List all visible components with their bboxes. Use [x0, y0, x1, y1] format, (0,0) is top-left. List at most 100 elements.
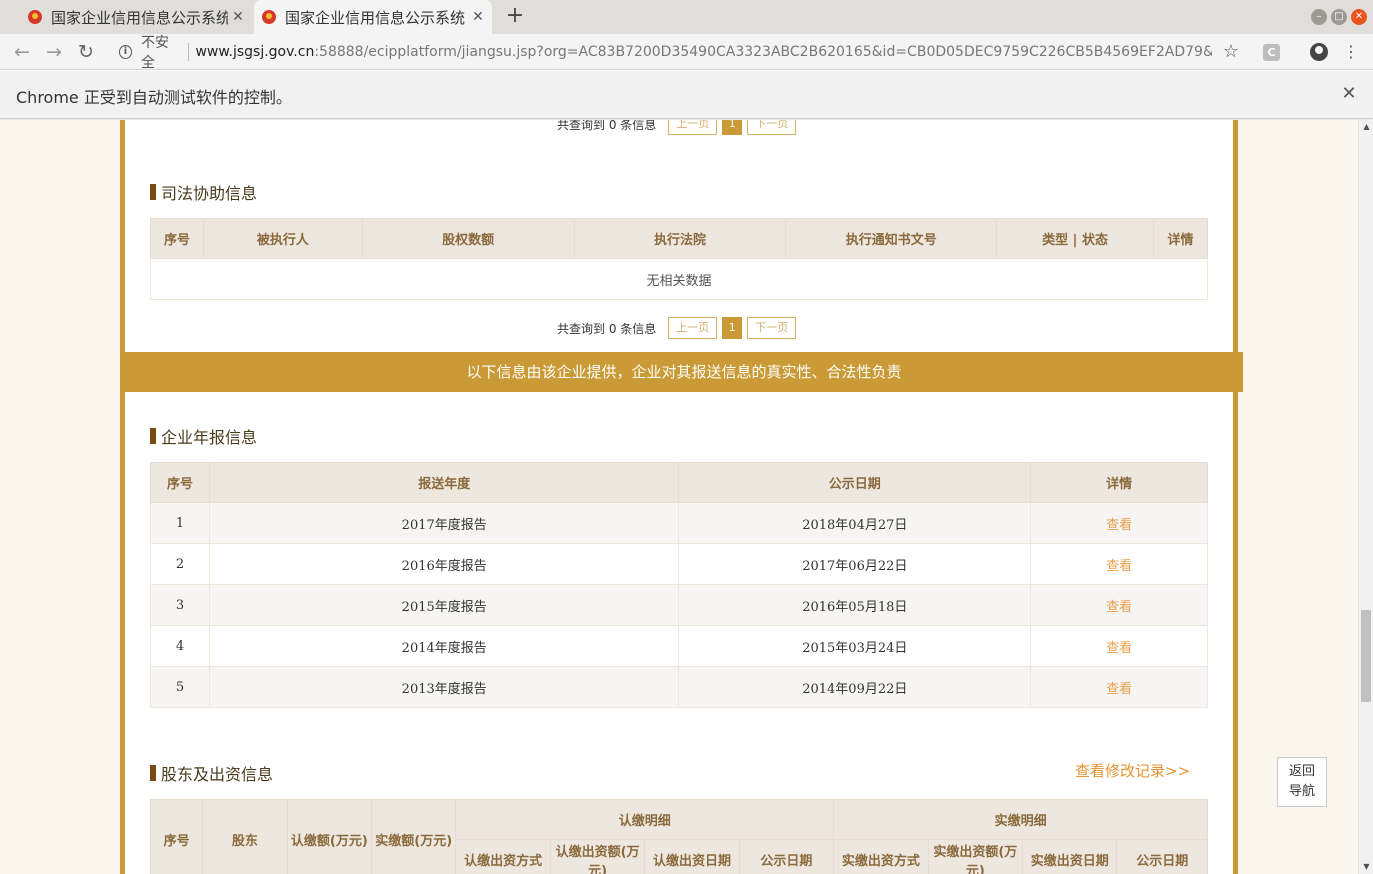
security-label[interactable]: 不安全 [141, 32, 180, 72]
view-change-log-link[interactable]: 查看修改记录>> [1075, 760, 1190, 781]
view-link[interactable]: 查看 [1030, 584, 1208, 626]
col-group-header: 认缴明细 [455, 799, 835, 840]
nav-label-line1: 返回 [1288, 764, 1315, 779]
tab-title: 国家企业信用信息公示系统 [51, 8, 228, 27]
infobar-message: Chrome 正受到自动测试软件的控制。 [16, 88, 292, 107]
view-link[interactable]: 查看 [1030, 666, 1208, 708]
row-number: 2 [150, 543, 210, 585]
site-favicon-icon [262, 10, 276, 24]
star-icon[interactable]: ☆ [1220, 40, 1242, 64]
report-year: 2017年度报告 [208, 502, 680, 544]
reload-icon[interactable]: ↻ [74, 40, 98, 64]
table-row: 4 2014年度报告 2015年03月24日 查看 [150, 625, 1208, 667]
col-header: 公示日期 [678, 462, 1032, 503]
col-group-header: 实缴明细 [833, 799, 1208, 840]
table-row: 无相关数据 [150, 258, 1208, 300]
row-number: 1 [150, 502, 210, 544]
col-header: 认缴出资方式 [455, 839, 551, 874]
publish-date: 2017年06月22日 [678, 543, 1032, 585]
address-bar[interactable]: i 不安全 www.jsgsj.gov.cn:58888/ecipplatfor… [112, 35, 1212, 71]
col-header: 股权数额 [361, 218, 575, 259]
row-number: 3 [150, 584, 210, 626]
publish-date: 2016年05月18日 [678, 584, 1032, 626]
col-header: 实缴额(万元) [371, 799, 457, 874]
section-title-annual-reports: 企业年报信息 [150, 424, 257, 448]
table-header-row: 序号 股东 认缴额(万元) 实缴额(万元) 认缴明细 实缴明细 [149, 799, 1208, 874]
automation-infobar: Chrome 正受到自动测试软件的控制。 ✕ [0, 71, 1373, 119]
divider [187, 43, 189, 61]
table-header-row: 序号 被执行人 股权数额 执行法院 执行通知书文号 类型 | 状态 详情 [150, 218, 1209, 259]
view-link[interactable]: 查看 [1030, 625, 1208, 667]
row-number: 4 [150, 625, 210, 667]
col-header: 实缴出资日期 [1022, 839, 1118, 874]
shareholder-table: 序号 股东 认缴额(万元) 实缴额(万元) 认缴明细 实缴明细 认缴出资方式 认… [149, 799, 1208, 874]
next-page-button[interactable]: 下一页 [747, 120, 797, 135]
col-header: 认缴额(万元) [286, 799, 373, 874]
pager: 共查询到 0 条信息 上一页 1 下一页 [557, 120, 797, 135]
view-link[interactable]: 查看 [1030, 502, 1208, 544]
col-header: 执行通知书文号 [785, 218, 998, 259]
scroll-down-icon[interactable]: ▼ [1359, 860, 1373, 874]
minimize-icon: – [1316, 11, 1322, 22]
tab-close-icon[interactable]: ✕ [468, 9, 488, 25]
report-year: 2015年度报告 [208, 584, 680, 626]
table-row: 1 2017年度报告 2018年04月27日 查看 [150, 502, 1208, 544]
col-header: 股东 [202, 799, 288, 874]
account-icon[interactable] [1310, 43, 1328, 61]
main-content: 共查询到 0 条信息 上一页 1 下一页 司法协助信息 序号 被执行人 股权数额… [120, 120, 1243, 874]
back-to-nav-button[interactable]: 返回 导航 [1277, 757, 1327, 807]
scroll-up-icon[interactable]: ▲ [1359, 120, 1373, 134]
col-header: 详情 [1030, 462, 1208, 503]
close-icon[interactable]: ✕ [1339, 83, 1359, 104]
col-header: 被执行人 [202, 218, 363, 259]
col-header: 类型 | 状态 [996, 218, 1154, 259]
scrollbar-thumb[interactable] [1361, 610, 1371, 702]
tab-strip: 国家企业信用信息公示系统 ✕ 国家企业信用信息公示系统 ✕ + – □ ✕ [0, 0, 1373, 34]
extension-icon[interactable]: C [1263, 44, 1280, 61]
prev-page-button[interactable]: 上一页 [668, 120, 718, 135]
col-header: 执行法院 [573, 218, 787, 259]
back-icon[interactable]: ← [10, 40, 34, 64]
row-number: 5 [150, 666, 210, 708]
window-minimize-button[interactable]: – [1311, 9, 1327, 25]
prev-page-button[interactable]: 上一页 [668, 317, 718, 339]
page-viewport: 共查询到 0 条信息 上一页 1 下一页 司法协助信息 序号 被执行人 股权数额… [0, 120, 1358, 874]
col-header: 公示日期 [1116, 839, 1208, 874]
table-row: 2 2016年度报告 2017年06月22日 查看 [150, 543, 1208, 585]
judicial-table: 序号 被执行人 股权数额 执行法院 执行通知书文号 类型 | 状态 详情 无相关… [150, 218, 1209, 300]
menu-icon[interactable]: ⋮ [1343, 40, 1359, 64]
url-text[interactable]: www.jsgsj.gov.cn:58888/ecipplatform/jian… [195, 44, 1212, 60]
annual-report-table: 序号 报送年度 公示日期 详情 1 2017年度报告 2018年04月27日 查… [150, 462, 1208, 708]
tab-title: 国家企业信用信息公示系统 [285, 8, 466, 27]
col-header: 序号 [150, 462, 210, 503]
page-scrollbar[interactable]: ▲ ▼ [1358, 120, 1373, 874]
publish-date: 2015年03月24日 [678, 625, 1032, 667]
report-year: 2016年度报告 [208, 543, 680, 585]
close-icon: ✕ [1354, 11, 1364, 22]
site-favicon-icon [28, 10, 42, 24]
empty-message: 无相关数据 [150, 258, 1208, 300]
browser-tab-1[interactable]: 国家企业信用信息公示系统 ✕ [20, 0, 252, 34]
info-icon[interactable]: i [119, 45, 132, 59]
window-maximize-button[interactable]: □ [1331, 9, 1347, 25]
tab-close-icon[interactable]: ✕ [228, 9, 248, 25]
browser-tab-2[interactable]: 国家企业信用信息公示系统 ✕ [254, 0, 492, 34]
publish-date: 2018年04月27日 [678, 502, 1032, 544]
col-header: 认缴出资额(万元) [549, 839, 646, 874]
page-number[interactable]: 1 [722, 120, 743, 135]
col-header: 序号 [150, 218, 204, 259]
url-path: :58888/ecipplatform/jiangsu.jsp?org=AC83… [314, 44, 1213, 60]
result-count: 共查询到 0 条信息 [557, 120, 657, 132]
table-row: 3 2015年度报告 2016年05月18日 查看 [150, 584, 1208, 626]
forward-icon[interactable]: → [42, 40, 66, 64]
next-page-button[interactable]: 下一页 [747, 317, 797, 339]
col-header: 序号 [149, 799, 204, 874]
col-header: 详情 [1152, 218, 1209, 259]
view-link[interactable]: 查看 [1030, 543, 1208, 585]
page-number[interactable]: 1 [722, 317, 743, 339]
maximize-icon: □ [1334, 11, 1344, 22]
new-tab-button[interactable]: + [503, 5, 527, 29]
col-header: 公示日期 [738, 839, 835, 874]
window-close-button[interactable]: ✕ [1351, 9, 1367, 25]
section-title-shareholders: 股东及出资信息 [150, 761, 273, 785]
